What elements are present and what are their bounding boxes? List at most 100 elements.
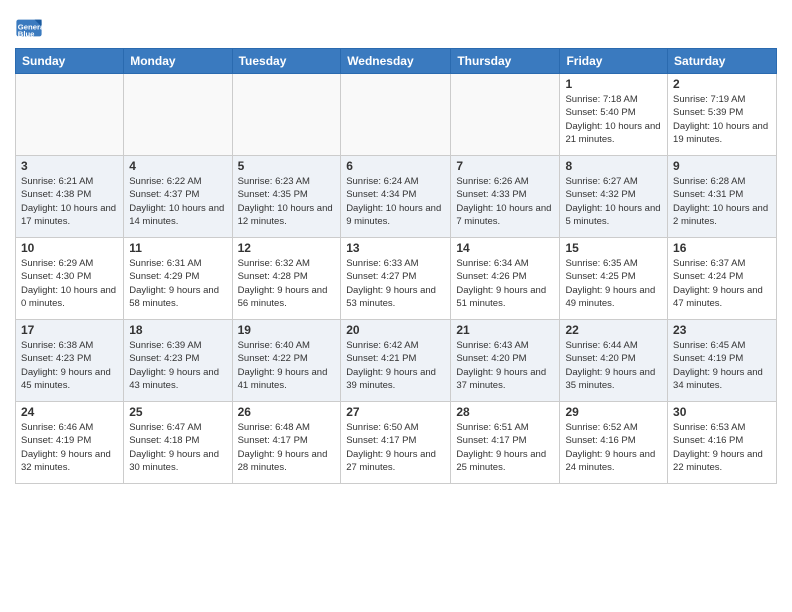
day-info: Sunrise: 7:18 AMSunset: 5:40 PMDaylight:… <box>565 93 662 146</box>
day-info: Sunrise: 6:22 AMSunset: 4:37 PMDaylight:… <box>129 175 226 228</box>
day-number: 19 <box>238 323 336 337</box>
day-info: Sunrise: 6:23 AMSunset: 4:35 PMDaylight:… <box>238 175 336 228</box>
day-info: Sunrise: 6:38 AMSunset: 4:23 PMDaylight:… <box>21 339 118 392</box>
day-number: 23 <box>673 323 771 337</box>
day-info: Sunrise: 6:26 AMSunset: 4:33 PMDaylight:… <box>456 175 554 228</box>
day-number: 21 <box>456 323 554 337</box>
day-number: 2 <box>673 77 771 91</box>
calendar-cell: 3Sunrise: 6:21 AMSunset: 4:38 PMDaylight… <box>16 156 124 238</box>
day-info: Sunrise: 6:39 AMSunset: 4:23 PMDaylight:… <box>129 339 226 392</box>
day-info: Sunrise: 6:43 AMSunset: 4:20 PMDaylight:… <box>456 339 554 392</box>
day-info: Sunrise: 7:19 AMSunset: 5:39 PMDaylight:… <box>673 93 771 146</box>
calendar-cell: 2 Sunrise: 7:19 AMSunset: 5:39 PMDaylight… <box>668 74 777 156</box>
calendar-week-row: 3Sunrise: 6:21 AMSunset: 4:38 PMDaylight… <box>16 156 777 238</box>
weekday-header-monday: Monday <box>124 49 232 74</box>
weekday-header-thursday: Thursday <box>451 49 560 74</box>
calendar-cell: 1 Sunrise: 7:18 AMSunset: 5:40 PMDaylight… <box>560 74 668 156</box>
day-info: Sunrise: 6:53 AMSunset: 4:16 PMDaylight:… <box>673 421 771 474</box>
calendar-cell: 27 Sunrise: 6:50 AMSunset: 4:17 PMDayligh… <box>341 402 451 484</box>
svg-text:Blue: Blue <box>18 29 35 38</box>
calendar-week-row: 1 Sunrise: 7:18 AMSunset: 5:40 PMDaylight… <box>16 74 777 156</box>
calendar-cell: 7 Sunrise: 6:26 AMSunset: 4:33 PMDaylight… <box>451 156 560 238</box>
calendar-week-row: 10 Sunrise: 6:29 AMSunset: 4:30 PMDayligh… <box>16 238 777 320</box>
calendar-week-row: 17 Sunrise: 6:38 AMSunset: 4:23 PMDayligh… <box>16 320 777 402</box>
day-number: 16 <box>673 241 771 255</box>
day-number: 28 <box>456 405 554 419</box>
page: General Blue SundayMondayTuesdayWednesda… <box>0 0 792 494</box>
logo: General Blue <box>15 14 47 42</box>
day-info: Sunrise: 6:31 AMSunset: 4:29 PMDaylight:… <box>129 257 226 310</box>
day-info: Sunrise: 6:44 AMSunset: 4:20 PMDaylight:… <box>565 339 662 392</box>
day-info: Sunrise: 6:34 AMSunset: 4:26 PMDaylight:… <box>456 257 554 310</box>
calendar-week-row: 24Sunrise: 6:46 AMSunset: 4:19 PMDayligh… <box>16 402 777 484</box>
calendar-cell <box>232 74 341 156</box>
day-number: 14 <box>456 241 554 255</box>
day-info: Sunrise: 6:29 AMSunset: 4:30 PMDaylight:… <box>21 257 118 310</box>
day-number: 27 <box>346 405 445 419</box>
calendar-cell: 10 Sunrise: 6:29 AMSunset: 4:30 PMDayligh… <box>16 238 124 320</box>
calendar-cell: 5 Sunrise: 6:23 AMSunset: 4:35 PMDaylight… <box>232 156 341 238</box>
day-number: 15 <box>565 241 662 255</box>
calendar-cell: 25 Sunrise: 6:47 AMSunset: 4:18 PMDayligh… <box>124 402 232 484</box>
day-number: 12 <box>238 241 336 255</box>
calendar-cell: 19 Sunrise: 6:40 AMSunset: 4:22 PMDayligh… <box>232 320 341 402</box>
calendar-cell: 4 Sunrise: 6:22 AMSunset: 4:37 PMDaylight… <box>124 156 232 238</box>
calendar-cell: 12 Sunrise: 6:32 AMSunset: 4:28 PMDayligh… <box>232 238 341 320</box>
weekday-header-tuesday: Tuesday <box>232 49 341 74</box>
calendar-cell: 14 Sunrise: 6:34 AMSunset: 4:26 PMDayligh… <box>451 238 560 320</box>
calendar-cell: 23Sunrise: 6:45 AMSunset: 4:19 PMDayligh… <box>668 320 777 402</box>
day-number: 22 <box>565 323 662 337</box>
day-info: Sunrise: 6:32 AMSunset: 4:28 PMDaylight:… <box>238 257 336 310</box>
calendar-cell <box>341 74 451 156</box>
day-info: Sunrise: 6:35 AMSunset: 4:25 PMDaylight:… <box>565 257 662 310</box>
calendar-cell: 30 Sunrise: 6:53 AMSunset: 4:16 PMDayligh… <box>668 402 777 484</box>
day-number: 30 <box>673 405 771 419</box>
day-number: 5 <box>238 159 336 173</box>
calendar-cell: 8 Sunrise: 6:27 AMSunset: 4:32 PMDaylight… <box>560 156 668 238</box>
weekday-header-friday: Friday <box>560 49 668 74</box>
day-number: 24 <box>21 405 118 419</box>
day-info: Sunrise: 6:40 AMSunset: 4:22 PMDaylight:… <box>238 339 336 392</box>
day-info: Sunrise: 6:52 AMSunset: 4:16 PMDaylight:… <box>565 421 662 474</box>
day-number: 17 <box>21 323 118 337</box>
calendar-cell: 28Sunrise: 6:51 AMSunset: 4:17 PMDayligh… <box>451 402 560 484</box>
weekday-header-sunday: Sunday <box>16 49 124 74</box>
calendar-cell: 22 Sunrise: 6:44 AMSunset: 4:20 PMDayligh… <box>560 320 668 402</box>
calendar-table: SundayMondayTuesdayWednesdayThursdayFrid… <box>15 48 777 484</box>
calendar-cell: 29 Sunrise: 6:52 AMSunset: 4:16 PMDayligh… <box>560 402 668 484</box>
calendar-cell: 17 Sunrise: 6:38 AMSunset: 4:23 PMDayligh… <box>16 320 124 402</box>
calendar-cell <box>16 74 124 156</box>
day-info: Sunrise: 6:24 AMSunset: 4:34 PMDaylight:… <box>346 175 445 228</box>
calendar-cell: 6 Sunrise: 6:24 AMSunset: 4:34 PMDaylight… <box>341 156 451 238</box>
calendar-cell: 26Sunrise: 6:48 AMSunset: 4:17 PMDayligh… <box>232 402 341 484</box>
day-info: Sunrise: 6:37 AMSunset: 4:24 PMDaylight:… <box>673 257 771 310</box>
day-number: 6 <box>346 159 445 173</box>
day-info: Sunrise: 6:27 AMSunset: 4:32 PMDaylight:… <box>565 175 662 228</box>
calendar-cell: 20 Sunrise: 6:42 AMSunset: 4:21 PMDayligh… <box>341 320 451 402</box>
calendar-cell: 9Sunrise: 6:28 AMSunset: 4:31 PMDaylight… <box>668 156 777 238</box>
day-info: Sunrise: 6:28 AMSunset: 4:31 PMDaylight:… <box>673 175 771 228</box>
weekday-header-saturday: Saturday <box>668 49 777 74</box>
weekday-header-wednesday: Wednesday <box>341 49 451 74</box>
day-info: Sunrise: 6:47 AMSunset: 4:18 PMDaylight:… <box>129 421 226 474</box>
day-number: 1 <box>565 77 662 91</box>
day-info: Sunrise: 6:50 AMSunset: 4:17 PMDaylight:… <box>346 421 445 474</box>
day-number: 8 <box>565 159 662 173</box>
day-number: 18 <box>129 323 226 337</box>
calendar-cell <box>451 74 560 156</box>
day-number: 7 <box>456 159 554 173</box>
day-number: 10 <box>21 241 118 255</box>
calendar-cell: 24Sunrise: 6:46 AMSunset: 4:19 PMDayligh… <box>16 402 124 484</box>
day-number: 25 <box>129 405 226 419</box>
calendar-cell: 13Sunrise: 6:33 AMSunset: 4:27 PMDayligh… <box>341 238 451 320</box>
calendar-cell: 16 Sunrise: 6:37 AMSunset: 4:24 PMDayligh… <box>668 238 777 320</box>
day-number: 20 <box>346 323 445 337</box>
day-info: Sunrise: 6:42 AMSunset: 4:21 PMDaylight:… <box>346 339 445 392</box>
day-number: 4 <box>129 159 226 173</box>
calendar-header-row: SundayMondayTuesdayWednesdayThursdayFrid… <box>16 49 777 74</box>
day-number: 26 <box>238 405 336 419</box>
day-number: 13 <box>346 241 445 255</box>
day-number: 29 <box>565 405 662 419</box>
calendar-cell: 15 Sunrise: 6:35 AMSunset: 4:25 PMDayligh… <box>560 238 668 320</box>
calendar-cell: 11Sunrise: 6:31 AMSunset: 4:29 PMDayligh… <box>124 238 232 320</box>
